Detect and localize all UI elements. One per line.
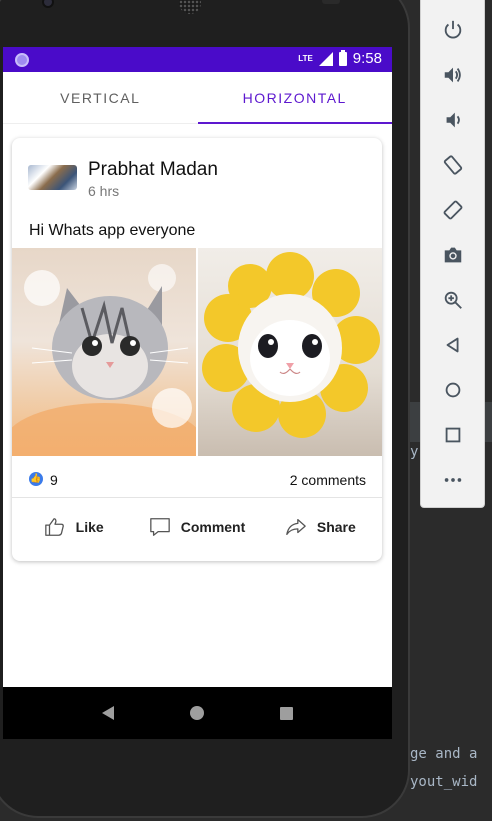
front-camera	[42, 0, 54, 8]
post-time: 6 hrs	[88, 183, 120, 199]
post-actions: Like Comment Share	[12, 500, 382, 554]
post-author[interactable]: Prabhat Madan	[88, 159, 218, 181]
lte-label: LTE	[298, 54, 313, 63]
avatar[interactable]	[28, 165, 77, 190]
tab-vertical[interactable]: VERTICAL	[3, 72, 198, 123]
post-photo-flower-kitten[interactable]	[198, 248, 382, 456]
post-photo-wet-kitten[interactable]	[12, 248, 196, 456]
status-time: 9:58	[352, 50, 382, 67]
wet-kitten-image	[12, 264, 196, 456]
thumbs-up-icon	[44, 518, 64, 536]
camera-icon[interactable]	[441, 243, 465, 267]
ide-code-line-2: ge and a	[410, 746, 478, 762]
battery-icon	[338, 49, 347, 66]
nav-home-icon[interactable]	[190, 706, 204, 720]
share-arrow-icon	[286, 519, 306, 535]
overview-icon[interactable]	[441, 423, 465, 447]
ide-code-line-1: y	[410, 444, 419, 460]
rotate-right-icon[interactable]	[441, 198, 465, 222]
comment-button[interactable]: Comment	[135, 500, 258, 554]
signal-icon	[318, 51, 333, 66]
reaction-summary: 👍 9 2 comments	[12, 460, 382, 498]
earpiece-speaker	[179, 0, 201, 14]
emulator-side-panel	[420, 0, 485, 508]
more-icon[interactable]	[441, 468, 465, 492]
power-icon[interactable]	[441, 18, 465, 42]
comments-count[interactable]: 2 comments	[290, 472, 366, 488]
post-photos	[12, 248, 382, 456]
share-label: Share	[316, 519, 356, 535]
volume-up-icon[interactable]	[441, 63, 465, 87]
phone-screen: LTE 9:58 VERTICAL HORIZONTAL Prabhat Mad…	[3, 47, 392, 739]
proximity-sensor	[322, 0, 340, 4]
home-icon[interactable]	[441, 378, 465, 402]
android-nav-bar	[3, 687, 392, 739]
comment-icon	[149, 518, 170, 536]
flower-kitten-image	[202, 252, 380, 438]
status-bar: LTE 9:58	[3, 47, 392, 72]
nav-back-icon[interactable]	[102, 706, 114, 720]
comment-label: Comment	[180, 519, 246, 535]
tab-bar: VERTICAL HORIZONTAL	[3, 72, 392, 124]
like-button[interactable]: Like	[12, 500, 135, 554]
tab-horizontal[interactable]: HORIZONTAL	[197, 72, 393, 124]
like-badge-icon: 👍	[29, 472, 43, 486]
zoom-icon[interactable]	[441, 288, 465, 312]
like-label: Like	[75, 519, 104, 535]
post-card: Prabhat Madan 6 hrs Hi Whats app everyon…	[12, 138, 382, 561]
share-button[interactable]: Share	[259, 500, 382, 554]
back-icon[interactable]	[441, 333, 465, 357]
volume-down-icon[interactable]	[441, 108, 465, 132]
post-text: Hi Whats app everyone	[29, 222, 196, 239]
ide-code-line-3: yout_wid	[410, 774, 478, 790]
like-count[interactable]: 9	[50, 472, 58, 488]
notification-icon	[15, 53, 29, 67]
nav-recents-icon[interactable]	[280, 706, 293, 720]
rotate-left-icon[interactable]	[441, 153, 465, 177]
